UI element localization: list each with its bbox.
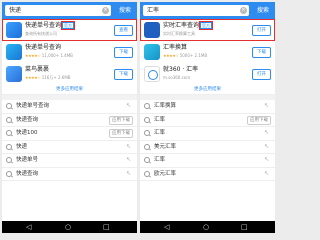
view-button[interactable]: 查看 xyxy=(114,25,133,36)
arrow-icon[interactable]: ↖ xyxy=(264,128,269,138)
arrow-icon[interactable]: ↖ xyxy=(126,169,131,179)
app-name: 实时汇率查询 官方 xyxy=(163,21,214,30)
suggestion-row[interactable]: 快递100 应用下载 xyxy=(2,127,137,141)
app-icon xyxy=(144,44,160,60)
left-phone-screen: 快递 × 搜索 快递单号查询 官方 查询所有快递公司 查看 快递单号查询 ★★★★… xyxy=(2,2,137,233)
more-results-link[interactable]: 更多应用结果 xyxy=(140,85,275,95)
suggestion-row[interactable]: 快递单号 ↖ xyxy=(2,154,137,168)
suggestion-row[interactable]: 汇率 应用下载 xyxy=(140,114,275,127)
search-query: 汇率 xyxy=(147,7,160,14)
back-icon[interactable]: ◁ xyxy=(164,221,169,233)
app-download-button[interactable]: 应用下载 xyxy=(109,115,133,125)
rating-stars: ★★★★☆ xyxy=(163,53,179,58)
right-phone-screen: 汇率 × 搜索 实时汇率查询 官方 实时汇率换算工具 打开 汇率换算 ★★★★☆ … xyxy=(140,2,275,233)
search-input[interactable]: 快递 × xyxy=(5,5,111,16)
suggestion-row[interactable]: 欧元汇率 ↖ xyxy=(140,168,275,181)
app-meta: ★★★★☆ 5000+ 2.1MB xyxy=(163,53,208,58)
suggestion-row[interactable]: 快递 ↖ xyxy=(2,141,137,154)
suggestion-row[interactable]: 快递查询 应用下载 xyxy=(2,114,137,127)
search-bar: 汇率 × 搜索 xyxy=(140,2,275,19)
app-icon xyxy=(144,66,160,82)
suggestion-row[interactable]: 汇率 ↖ xyxy=(140,154,275,168)
search-input[interactable]: 汇率 × xyxy=(143,5,249,16)
app-result[interactable]: 菜鸟裹裹 ★★★★☆ 116万+ 2.6MB 下载 xyxy=(2,63,137,85)
arrow-icon[interactable]: ↖ xyxy=(264,142,269,152)
suggestion-row[interactable]: 汇率 ↖ xyxy=(140,127,275,141)
search-icon xyxy=(6,116,12,123)
arrow-icon[interactable]: ↖ xyxy=(126,142,131,152)
app-name: 就360 · 汇率 xyxy=(163,66,199,73)
more-results-link[interactable]: 更多应用结果 xyxy=(2,85,137,95)
search-button[interactable]: 搜索 xyxy=(115,5,135,16)
android-nav-bar: ◁ ○ □ xyxy=(2,221,137,233)
rating-stars: ★★★★☆ xyxy=(25,53,41,58)
app-icon xyxy=(6,22,22,38)
suggestion-row[interactable]: 美元汇率 ↖ xyxy=(140,141,275,154)
open-button[interactable]: 打开 xyxy=(252,69,271,80)
open-button[interactable]: 打开 xyxy=(252,25,271,36)
search-icon xyxy=(6,170,12,177)
arrow-icon[interactable]: ↖ xyxy=(126,155,131,165)
arrow-icon[interactable]: ↖ xyxy=(264,101,269,111)
search-icon xyxy=(144,143,150,150)
search-icon xyxy=(6,103,12,109)
search-icon xyxy=(144,116,150,123)
app-icon xyxy=(144,22,160,38)
download-button[interactable]: 下载 xyxy=(252,47,271,58)
app-result[interactable]: 快递单号查询 ★★★★☆ 11,000+ 1.4MB 下载 xyxy=(2,41,137,63)
suggestion-row[interactable]: 快递查询 ↖ xyxy=(2,168,137,181)
recents-icon[interactable]: □ xyxy=(103,221,110,233)
app-name: 汇率换算 xyxy=(163,44,188,51)
official-tag: 官方 xyxy=(199,21,214,30)
search-icon xyxy=(6,157,12,163)
download-button[interactable]: 下载 xyxy=(114,47,133,58)
arrow-icon[interactable]: ↖ xyxy=(264,155,269,165)
search-icon xyxy=(6,143,12,150)
clear-icon[interactable]: × xyxy=(102,7,109,14)
suggestion-row[interactable]: 汇率换算 ↖ xyxy=(140,100,275,114)
search-button[interactable]: 搜索 xyxy=(253,5,273,16)
app-meta: ★★★★☆ 11,000+ 1.4MB xyxy=(25,53,73,58)
app-icon xyxy=(6,44,22,60)
app-icon xyxy=(6,66,22,82)
app-result[interactable]: 实时汇率查询 官方 实时汇率换算工具 打开 xyxy=(140,19,275,41)
app-result[interactable]: 汇率换算 ★★★★☆ 5000+ 2.1MB 下载 xyxy=(140,41,275,63)
search-icon xyxy=(6,130,12,136)
app-download-button[interactable]: 应用下载 xyxy=(247,115,271,125)
official-tag: 官方 xyxy=(61,21,76,30)
arrow-icon[interactable]: ↖ xyxy=(126,101,131,111)
arrow-icon[interactable]: ↖ xyxy=(264,169,269,179)
app-desc: 查询所有快递公司 xyxy=(25,31,57,36)
download-button[interactable]: 下载 xyxy=(114,69,133,80)
app-name: 快递单号查询 官方 xyxy=(25,21,76,30)
search-query: 快递 xyxy=(9,7,22,14)
android-nav-bar: ◁ ○ □ xyxy=(140,221,275,233)
app-desc: 实时汇率换算工具 xyxy=(163,31,195,36)
app-result[interactable]: 就360 · 汇率 m.so360.com 打开 xyxy=(140,63,275,85)
search-icon xyxy=(144,157,150,163)
search-icon xyxy=(144,170,150,177)
app-url: m.so360.com xyxy=(163,75,191,80)
app-result[interactable]: 快递单号查询 官方 查询所有快递公司 查看 xyxy=(2,19,137,41)
app-name: 菜鸟裹裹 xyxy=(25,66,50,73)
home-icon[interactable]: ○ xyxy=(65,221,71,233)
app-name: 快递单号查询 xyxy=(25,44,62,51)
search-bar: 快递 × 搜索 xyxy=(2,2,137,19)
home-icon[interactable]: ○ xyxy=(203,221,209,233)
app-meta: ★★★★☆ 116万+ 2.6MB xyxy=(25,75,71,80)
search-icon xyxy=(144,130,150,136)
clear-icon[interactable]: × xyxy=(240,7,247,14)
recents-icon[interactable]: □ xyxy=(241,221,248,233)
search-icon xyxy=(144,103,150,109)
rating-stars: ★★★★☆ xyxy=(25,75,41,80)
app-download-button[interactable]: 应用下载 xyxy=(109,129,133,138)
suggestion-row[interactable]: 快递单号查询 ↖ xyxy=(2,100,137,114)
back-icon[interactable]: ◁ xyxy=(26,221,31,233)
